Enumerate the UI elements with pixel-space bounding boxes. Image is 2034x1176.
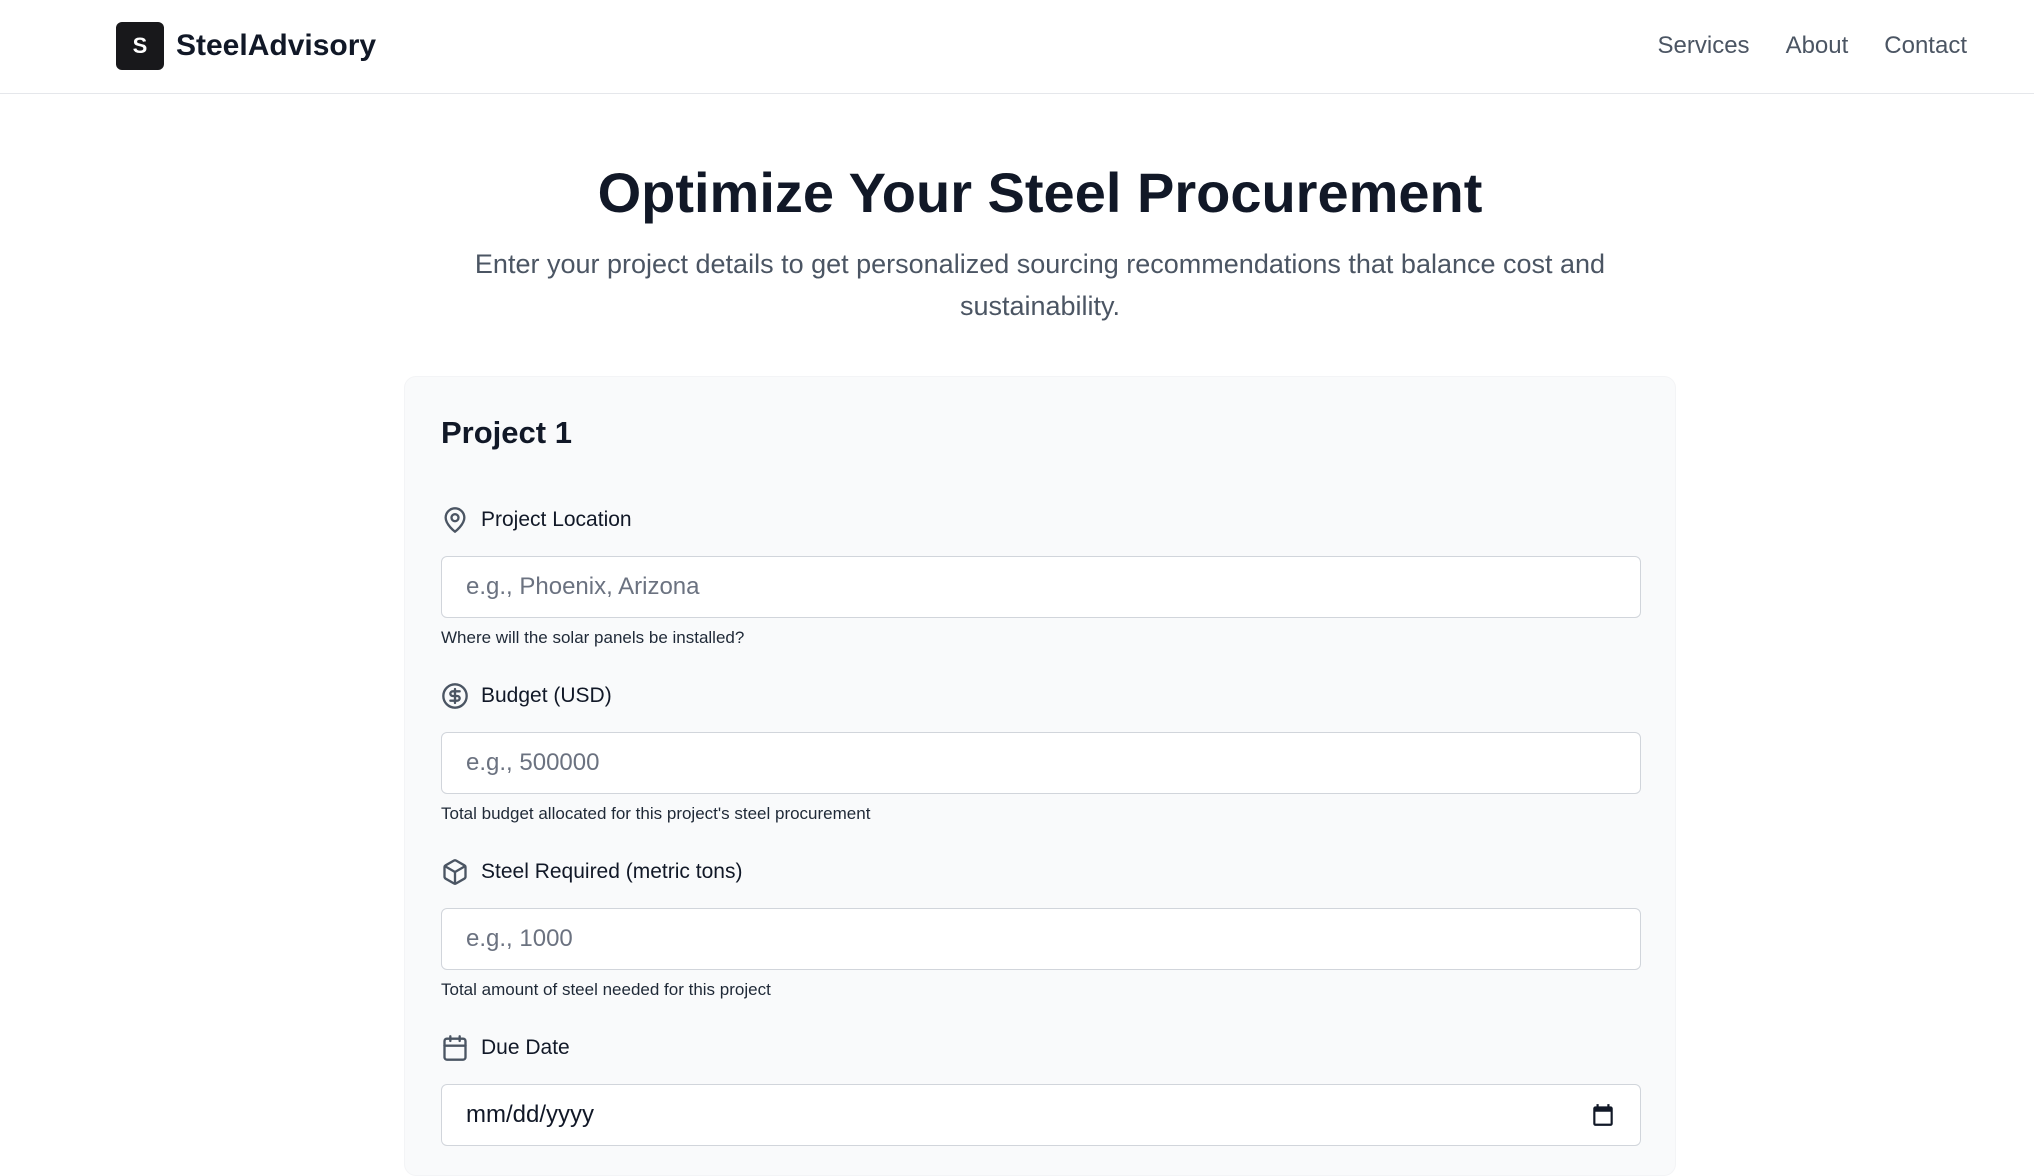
map-pin-icon xyxy=(444,507,466,533)
due-date-input[interactable]: mm/dd/yyyy xyxy=(441,1084,1641,1146)
nav-services-link[interactable]: Services xyxy=(1658,32,1750,60)
budget-field: Budget (USD) Total budget allocated for … xyxy=(441,681,1641,824)
logo-mark: S xyxy=(116,22,164,70)
site-header: S SteelAdvisory Services About Contact xyxy=(0,0,2034,94)
project-title: Project 1 xyxy=(441,415,572,450)
due-date-value: mm/dd/yyyy xyxy=(466,1101,595,1128)
steel-input[interactable] xyxy=(441,908,1641,970)
calendar-icon xyxy=(443,1035,467,1061)
due-date-label: Due Date xyxy=(481,1036,570,1059)
location-field: Project Location Where will the solar pa… xyxy=(441,505,1641,648)
page-title: Optimize Your Steel Procurement xyxy=(597,161,1483,224)
budget-label: Budget (USD) xyxy=(481,684,612,707)
main-nav: Services About Contact xyxy=(1658,28,1967,64)
box-icon xyxy=(443,859,467,885)
dollar-circle-icon xyxy=(442,683,468,709)
project-card: Project 1 Project Location Where will th… xyxy=(404,376,1676,1176)
page-subtitle: Enter your project details to get person… xyxy=(474,249,1606,321)
steel-help-text: Total amount of steel needed for this pr… xyxy=(441,980,771,999)
due-date-field: Due Date mm/dd/yyyy xyxy=(441,1033,1641,1146)
nav-about-link[interactable]: About xyxy=(1786,32,1849,60)
location-help-text: Where will the solar panels be installed… xyxy=(441,628,745,647)
nav-contact-link[interactable]: Contact xyxy=(1884,32,1967,60)
budget-input[interactable] xyxy=(441,732,1641,794)
location-label: Project Location xyxy=(481,508,632,531)
brand-name: SteelAdvisory xyxy=(176,29,377,62)
brand-logo[interactable]: S SteelAdvisory xyxy=(116,22,376,70)
calendar-picker-icon[interactable] xyxy=(1590,1102,1616,1128)
steel-field: Steel Required (metric tons) Total amoun… xyxy=(441,857,1641,1000)
steel-label: Steel Required (metric tons) xyxy=(481,860,743,883)
budget-help-text: Total budget allocated for this project'… xyxy=(441,804,871,823)
location-input[interactable] xyxy=(441,556,1641,618)
